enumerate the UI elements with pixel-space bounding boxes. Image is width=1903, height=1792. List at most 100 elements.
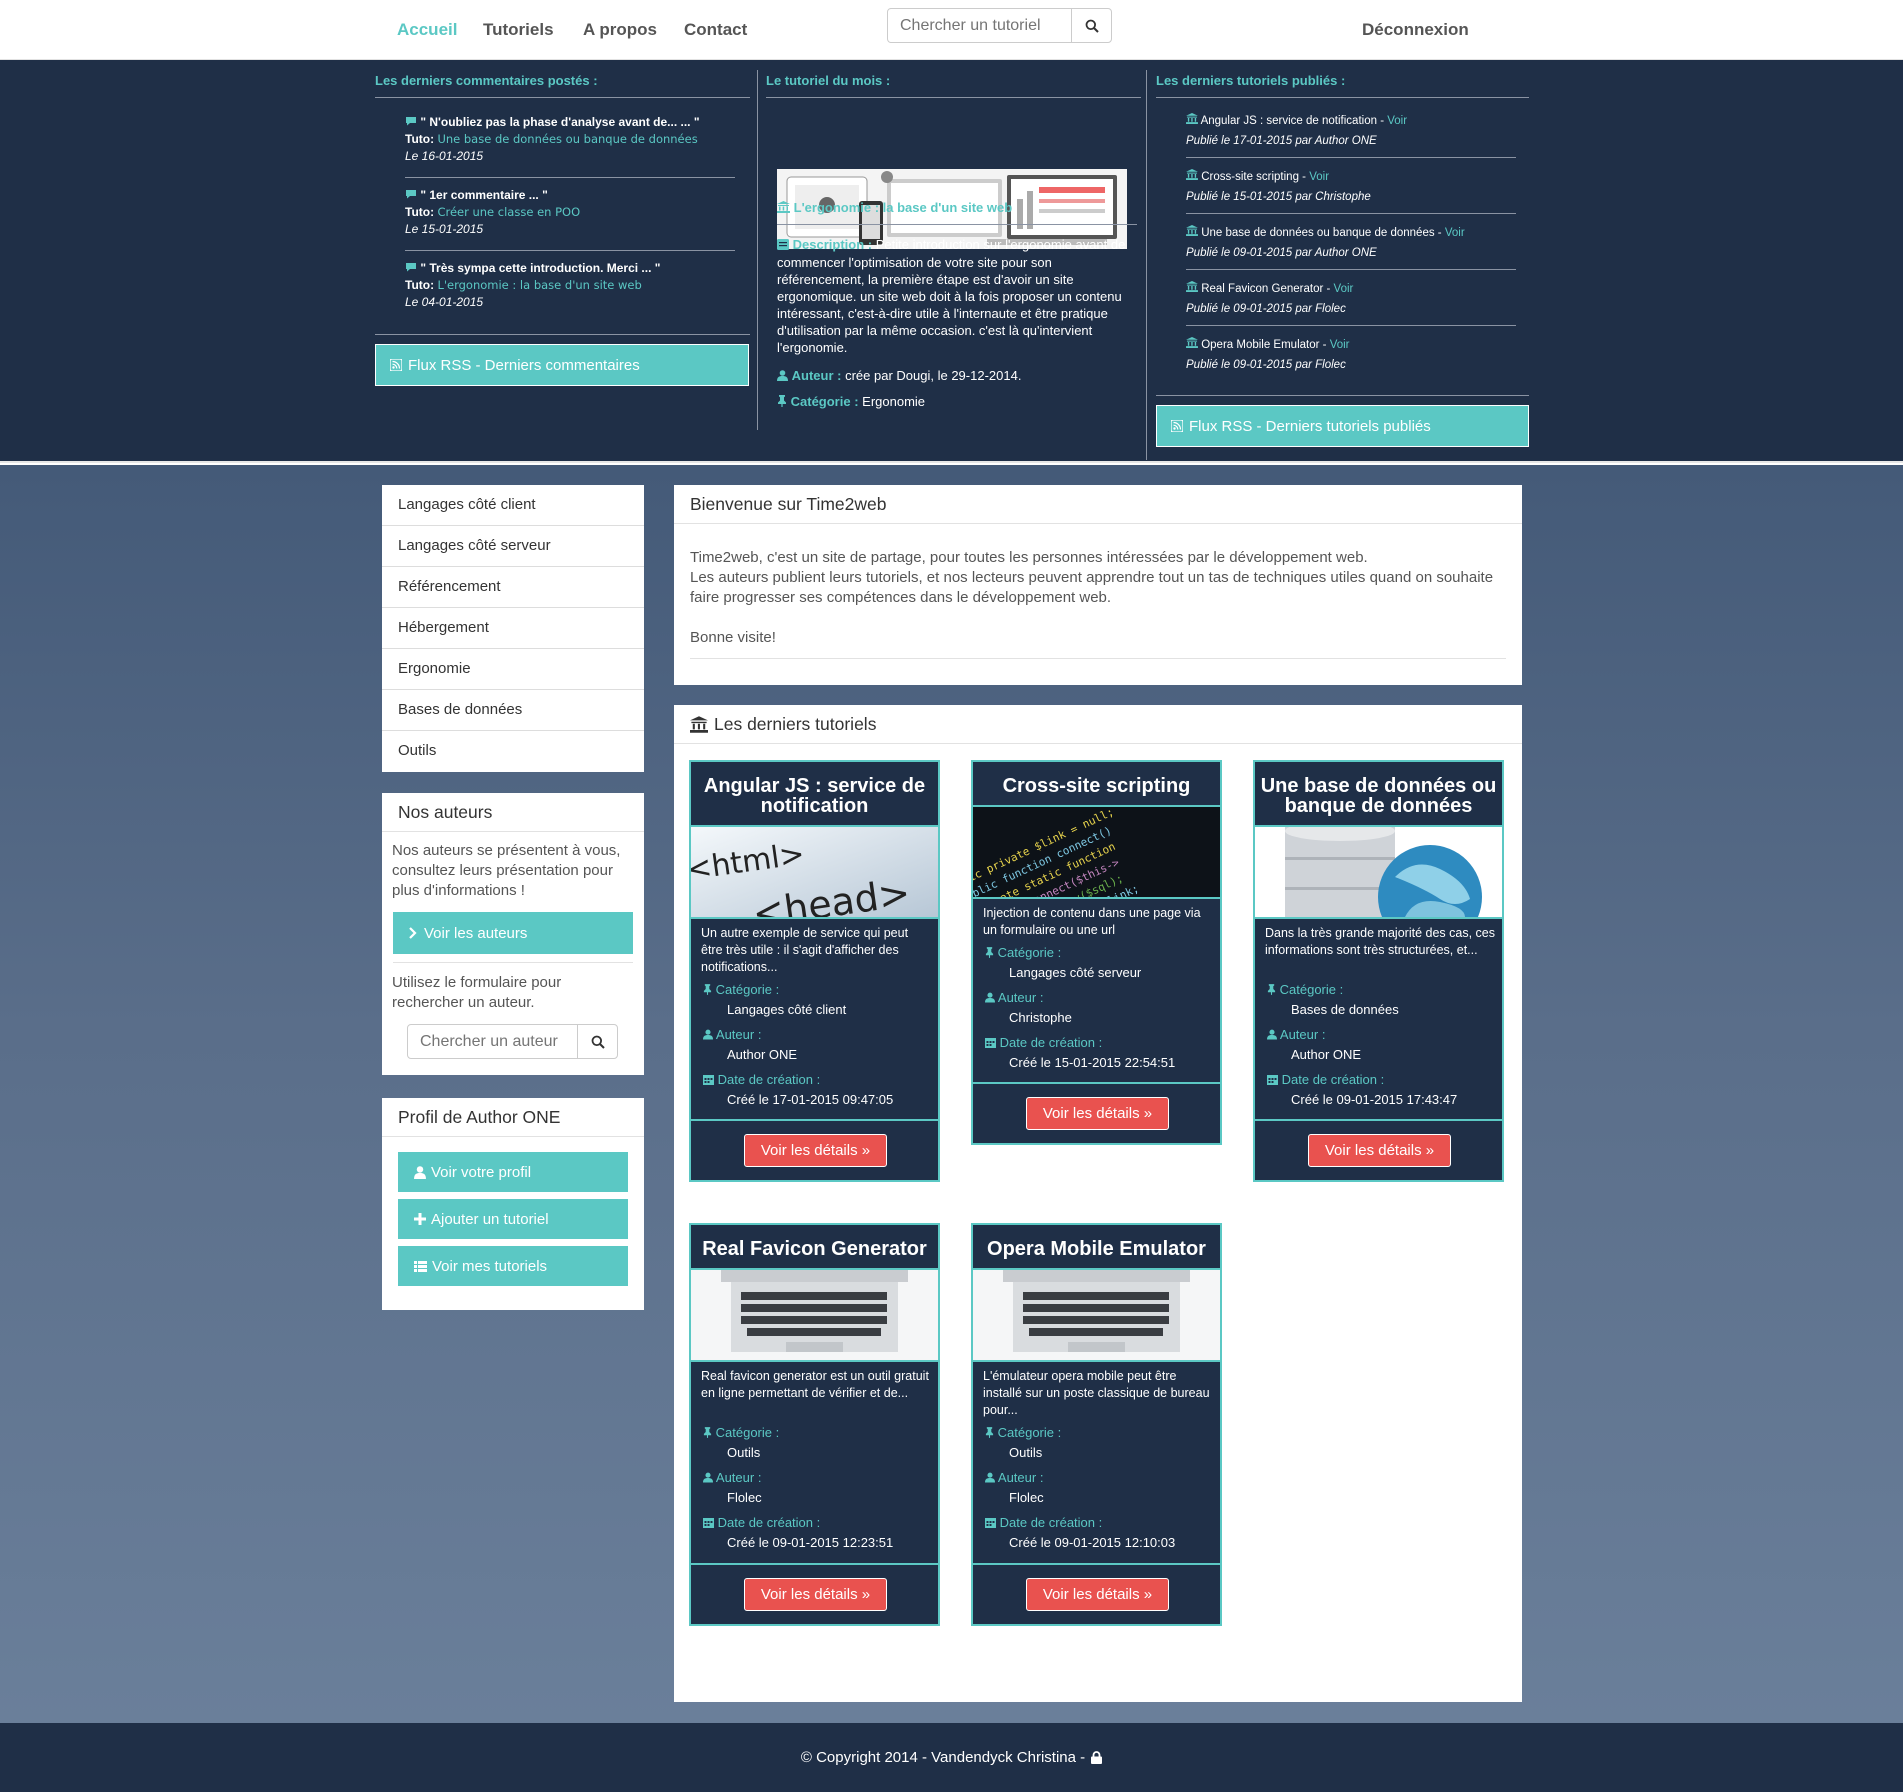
author-search-input[interactable] [408, 1025, 577, 1058]
comment-icon [405, 187, 417, 204]
card-details-button[interactable]: Voir les détails » [744, 1134, 887, 1167]
card-title[interactable]: Cross-site scripting [973, 776, 1220, 796]
pin-icon [703, 1426, 712, 1441]
category-item[interactable]: Outils [382, 731, 644, 772]
card-details-button[interactable]: Voir les détails » [1026, 1097, 1169, 1130]
card-category-label: Catégorie : [703, 1425, 779, 1441]
card-date: Créé le 15-01-2015 22:54:51 [1009, 1055, 1176, 1070]
search-icon [591, 1035, 605, 1049]
welcome-line2: Les auteurs publient leurs tutoriels, et… [690, 569, 1494, 606]
calendar-icon [703, 1516, 714, 1531]
published-voir-link[interactable]: Voir [1334, 283, 1354, 295]
card-author-label: Auteur : [1267, 1027, 1325, 1043]
comment-icon [405, 260, 417, 277]
list-icon [777, 237, 789, 254]
published-voir-link[interactable]: Voir [1387, 115, 1407, 127]
card-author: Author ONE [727, 1047, 798, 1062]
pin-icon [703, 983, 712, 998]
published-voir-link[interactable]: Voir [1445, 227, 1465, 239]
nav-tutoriels[interactable]: Tutoriels [483, 20, 554, 40]
published-item: Real Favicon Generator - Voir Publié le … [1186, 279, 1353, 319]
bank-icon [1186, 279, 1198, 299]
list-icon [414, 1260, 427, 1272]
card-category: Langages côté client [727, 1002, 847, 1017]
published-item: Opera Mobile Emulator - Voir Publié le 0… [1186, 335, 1350, 375]
logout-link[interactable]: Déconnexion [1362, 20, 1469, 40]
nav-contact[interactable]: Contact [684, 20, 747, 40]
card-date-label: Date de création : [1267, 1072, 1384, 1088]
user-icon [414, 1165, 426, 1179]
add-tutorial-button[interactable]: Ajouter un tutoriel [398, 1199, 628, 1239]
card-description: L'émulateur opera mobile peut être insta… [983, 1369, 1210, 1417]
bank-icon [690, 716, 708, 733]
card-description: Un autre exemple de service qui peut êtr… [701, 926, 909, 974]
author-search [407, 1024, 618, 1059]
card-date: Créé le 09-01-2015 12:23:51 [727, 1535, 894, 1550]
comment-tuto-link[interactable]: Créer une classe en POO [437, 205, 580, 219]
card-category: Outils [1009, 1445, 1043, 1460]
comment-tuto-link[interactable]: Une base de données ou banque de données [437, 132, 697, 146]
welcome-title: Bienvenue sur Time2web [690, 494, 887, 514]
card-author: Flolec [1009, 1490, 1044, 1505]
user-icon [703, 1028, 713, 1043]
tutorial-card: Opera Mobile Emulator L'émulateur opera … [971, 1223, 1222, 1626]
authors-search-text: Utilisez le formulaire pour rechercher u… [392, 974, 562, 1011]
published-voir-link[interactable]: Voir [1330, 339, 1350, 351]
card-title[interactable]: Angular JS : service de notification [691, 776, 938, 816]
month-description: Description : Petite introduction sur l'… [777, 237, 1126, 356]
card-category-label: Catégorie : [985, 1425, 1061, 1441]
card-category: Outils [727, 1445, 761, 1460]
nav-accueil[interactable]: Accueil [397, 20, 457, 40]
calendar-icon [985, 1036, 996, 1051]
card-date-label: Date de création : [985, 1035, 1102, 1051]
card-title[interactable]: Une base de données ou banque de données [1255, 776, 1502, 816]
card-description: Dans la très grande majorité des cas, ce… [1265, 926, 1495, 957]
lock-icon[interactable] [1091, 1751, 1103, 1764]
card-image: <html> <head> [691, 825, 938, 919]
card-details-button[interactable]: Voir les détails » [744, 1578, 887, 1611]
view-profile-button[interactable]: Voir votre profil [398, 1152, 628, 1192]
category-item[interactable]: Langages côté serveur [382, 526, 644, 567]
my-tutorials-button[interactable]: Voir mes tutoriels [398, 1246, 628, 1286]
comment-item: " N'oubliez pas la phase d'analyse avant… [405, 115, 700, 164]
info-band: Les derniers commentaires postés : " N'o… [0, 60, 1903, 463]
card-details-button[interactable]: Voir les détails » [1308, 1134, 1451, 1167]
tutorial-search-button[interactable] [1071, 9, 1111, 42]
card-author: Christophe [1009, 1010, 1072, 1025]
rss-comments-button[interactable]: Flux RSS - Derniers commentaires [375, 344, 749, 386]
tutorial-card: Angular JS : service de notification <ht… [689, 760, 940, 1182]
card-title[interactable]: Real Favicon Generator [691, 1239, 938, 1259]
category-item[interactable]: Ergonomie [382, 649, 644, 690]
pin-icon [985, 946, 994, 961]
card-author-label: Auteur : [703, 1027, 761, 1043]
tutorial-search-input[interactable] [888, 9, 1071, 42]
tutorial-card: Cross-site scripting static private $lin… [971, 760, 1222, 1145]
category-item[interactable]: Hébergement [382, 608, 644, 649]
card-category-label: Catégorie : [985, 945, 1061, 961]
category-item[interactable]: Langages côté client [382, 485, 644, 526]
profile-title: Profil de Author ONE [398, 1107, 561, 1127]
nav-a-propos[interactable]: A propos [583, 20, 657, 40]
comment-item: " 1er commentaire ... " Tuto: Créer une … [405, 187, 581, 237]
rss-icon [390, 359, 402, 371]
comment-tuto-link[interactable]: L'ergonomie : la base d'un site web [437, 278, 641, 292]
month-author: Auteur : crée par Dougi, le 29-12-2014. [777, 367, 1021, 385]
copyright-text: © Copyright 2014 - Vandendyck Christina … [800, 1749, 1086, 1766]
view-authors-button[interactable]: Voir les auteurs [393, 912, 633, 954]
card-date: Créé le 09-01-2015 17:43:47 [1291, 1092, 1458, 1107]
card-date: Créé le 09-01-2015 12:10:03 [1009, 1535, 1176, 1550]
plus-icon [414, 1213, 426, 1225]
author-search-button[interactable] [577, 1025, 617, 1058]
calendar-icon [703, 1073, 714, 1088]
card-author: Flolec [727, 1490, 762, 1505]
rss-tutorials-button[interactable]: Flux RSS - Derniers tutoriels publiés [1156, 405, 1529, 447]
category-item[interactable]: Référencement [382, 567, 644, 608]
published-voir-link[interactable]: Voir [1309, 171, 1329, 183]
card-author-label: Auteur : [703, 1470, 761, 1486]
card-title[interactable]: Opera Mobile Emulator [973, 1239, 1220, 1259]
month-tutorial-name[interactable]: L'ergonomie : la base d'un site web [777, 199, 1012, 217]
chevron-right-icon [409, 927, 417, 939]
category-item[interactable]: Bases de données [382, 690, 644, 731]
month-title: Le tutoriel du mois : [766, 73, 891, 88]
card-details-button[interactable]: Voir les détails » [1026, 1578, 1169, 1611]
